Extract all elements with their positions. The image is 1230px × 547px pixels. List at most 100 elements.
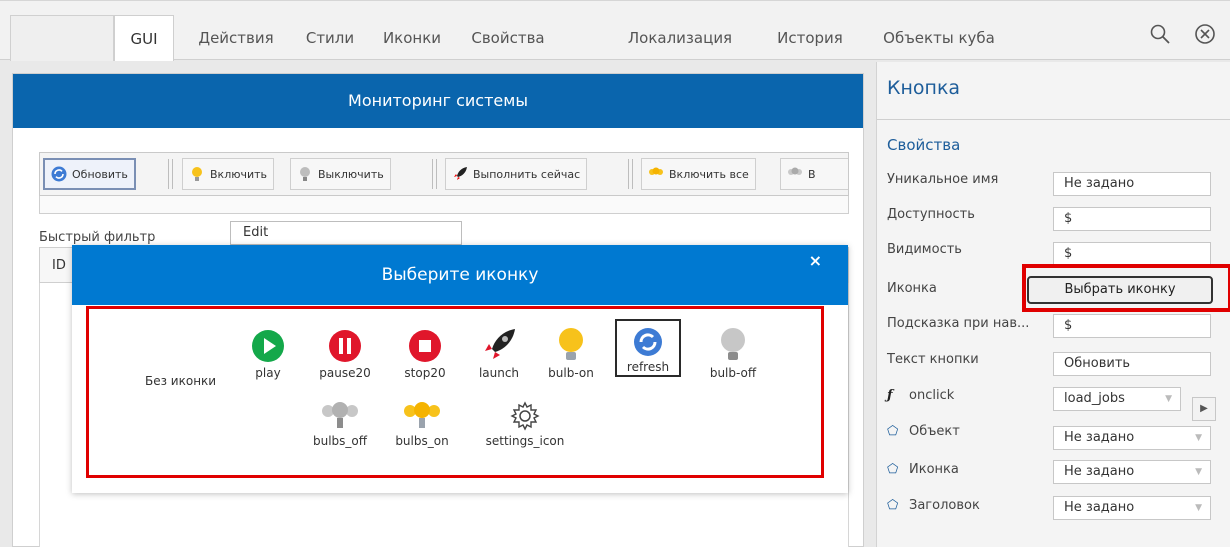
refresh-icon xyxy=(51,166,67,182)
icon2-select-value: Не задано xyxy=(1064,464,1135,479)
bulb-off-icon xyxy=(721,328,745,360)
refresh-button-label: Обновить xyxy=(72,167,128,181)
tab-localization[interactable]: Локализация xyxy=(610,15,750,61)
run-now-button-label: Выполнить сейчас xyxy=(473,167,581,181)
object-select-value: Не задано xyxy=(1064,430,1135,445)
close-icon[interactable]: × xyxy=(809,249,822,273)
unique-name-label: Уникальное имя xyxy=(887,172,999,187)
tooltip-label: Подсказка при нав... xyxy=(887,316,1030,331)
icon-option-label: launch xyxy=(478,366,520,380)
page-title: Мониторинг системы xyxy=(13,74,863,128)
toolbar-separator xyxy=(168,159,173,189)
refresh-button[interactable]: Обновить xyxy=(43,158,136,190)
tab-styles[interactable]: Стили xyxy=(300,15,360,61)
bulbs-on-icon xyxy=(404,402,440,428)
link-icon: ⬠ xyxy=(887,424,899,439)
tab-history[interactable]: История xyxy=(762,15,858,61)
header-label: ⬠ Заголовок xyxy=(887,498,980,513)
icon-option-settings[interactable]: settings_icon xyxy=(475,401,575,448)
header-select-value: Не задано xyxy=(1064,500,1135,515)
link-icon: ⬠ xyxy=(887,498,899,513)
availability-field[interactable]: $ xyxy=(1053,207,1211,231)
choose-icon-dialog: Выберите иконку × Без иконки play pause2… xyxy=(72,245,848,493)
icon-option-label: settings_icon xyxy=(485,434,565,448)
icon-option-bulbs-off[interactable]: bulbs_off xyxy=(305,401,375,448)
run-now-button[interactable]: Выполнить сейчас xyxy=(445,158,588,190)
visibility-label: Видимость xyxy=(887,242,962,257)
object-label: ⬠ Объект xyxy=(887,424,960,439)
visibility-field[interactable]: $ xyxy=(1053,242,1211,266)
refresh-icon xyxy=(634,328,662,356)
enable-all-button[interactable]: Включить все xyxy=(641,158,756,190)
bulbs-off-icon xyxy=(322,402,358,428)
icon-option-label: bulb-on xyxy=(548,366,594,380)
enable-all-button-label: Включить все xyxy=(669,167,749,181)
header-select[interactable]: Не задано ▼ xyxy=(1053,496,1211,520)
tab-gui[interactable]: GUI xyxy=(114,15,174,61)
icon-option-pause20[interactable]: pause20 xyxy=(313,329,377,380)
bulbs-on-icon xyxy=(648,166,664,182)
icon-option-bulb-on[interactable]: bulb-on xyxy=(539,327,603,380)
icon-option-label: pause20 xyxy=(319,366,371,380)
icon-option-label: play xyxy=(255,366,281,380)
chevron-down-icon: ▼ xyxy=(1165,394,1172,404)
icon2-select[interactable]: Не задано ▼ xyxy=(1053,460,1211,484)
icon-option-stop20[interactable]: stop20 xyxy=(393,329,457,380)
tooltip-field[interactable]: $ xyxy=(1053,314,1211,338)
icon2-label-text: Иконка xyxy=(909,462,959,477)
availability-label: Доступность xyxy=(887,207,975,222)
icon-option-label: bulb-off xyxy=(709,366,757,380)
grid-column-id[interactable]: ID xyxy=(52,258,66,273)
onclick-label: ƒ onclick xyxy=(887,388,954,403)
button-text-label: Текст кнопки xyxy=(887,352,979,367)
tab-icons[interactable]: Иконки xyxy=(374,15,450,61)
header-label-text: Заголовок xyxy=(909,498,980,513)
disable-all-button-label: В xyxy=(808,167,816,181)
chevron-down-icon: ▼ xyxy=(1195,503,1202,513)
icon2-label: ⬠ Иконка xyxy=(887,462,959,477)
onclick-select[interactable]: load_jobs ▼ xyxy=(1053,387,1181,411)
close-circle-icon[interactable] xyxy=(1193,23,1217,47)
toolbar-separator xyxy=(432,159,437,189)
search-icon[interactable] xyxy=(1148,23,1172,47)
disable-button-label: Выключить xyxy=(318,167,384,181)
dialog-title: Выберите иконку xyxy=(72,245,848,305)
tab-cube-objects[interactable]: Объекты куба xyxy=(878,15,1000,61)
quick-filter-input[interactable]: Edit xyxy=(230,221,462,245)
chevron-down-icon: ▼ xyxy=(1195,433,1202,443)
icon-option-bulbs-on[interactable]: bulbs_on xyxy=(387,401,457,448)
panel-divider xyxy=(877,119,1230,120)
pause-icon xyxy=(329,330,361,362)
icon-option-label: bulbs_off xyxy=(312,434,368,448)
icon-option-label: bulbs_on xyxy=(395,434,449,448)
bulbs-off-icon xyxy=(787,166,803,182)
disable-all-button[interactable]: В xyxy=(780,158,848,190)
no-icon-option[interactable]: Без иконки xyxy=(145,374,216,388)
enable-button[interactable]: Включить xyxy=(182,158,275,190)
enable-button-label: Включить xyxy=(210,167,268,181)
object-select[interactable]: Не задано ▼ xyxy=(1053,426,1211,450)
icon-label: Иконка xyxy=(887,281,937,296)
bulb-on-icon xyxy=(189,166,205,182)
onclick-select-value: load_jobs xyxy=(1064,391,1125,406)
icon-option-refresh[interactable]: refresh xyxy=(615,319,681,377)
icon-option-play[interactable]: play xyxy=(243,329,293,380)
link-icon: ⬠ xyxy=(887,462,899,477)
bulb-off-icon xyxy=(297,166,313,182)
panel-section-title: Свойства xyxy=(887,136,961,154)
toolbar: Обновить Включить Выключить Выполнить се… xyxy=(39,152,849,196)
unique-name-field[interactable]: Не задано xyxy=(1053,172,1211,196)
disable-button[interactable]: Выключить xyxy=(290,158,391,190)
tab-properties[interactable]: Свойства xyxy=(464,15,552,61)
bulb-on-icon xyxy=(559,328,583,360)
onclick-label-text: onclick xyxy=(909,388,955,403)
top-tab-bar: GUI Действия Стили Иконки Свойства Локал… xyxy=(0,0,1230,61)
rocket-icon xyxy=(452,166,468,182)
icon-option-launch[interactable]: launch xyxy=(471,327,527,380)
tab-actions[interactable]: Действия xyxy=(186,15,286,61)
stop-icon xyxy=(409,330,441,362)
open-action-button[interactable]: ▶ xyxy=(1192,397,1216,421)
icon-option-bulb-off[interactable]: bulb-off xyxy=(701,327,765,380)
quick-filter-label: Быстрый фильтр xyxy=(39,230,156,245)
button-text-field[interactable]: Обновить xyxy=(1053,352,1211,376)
